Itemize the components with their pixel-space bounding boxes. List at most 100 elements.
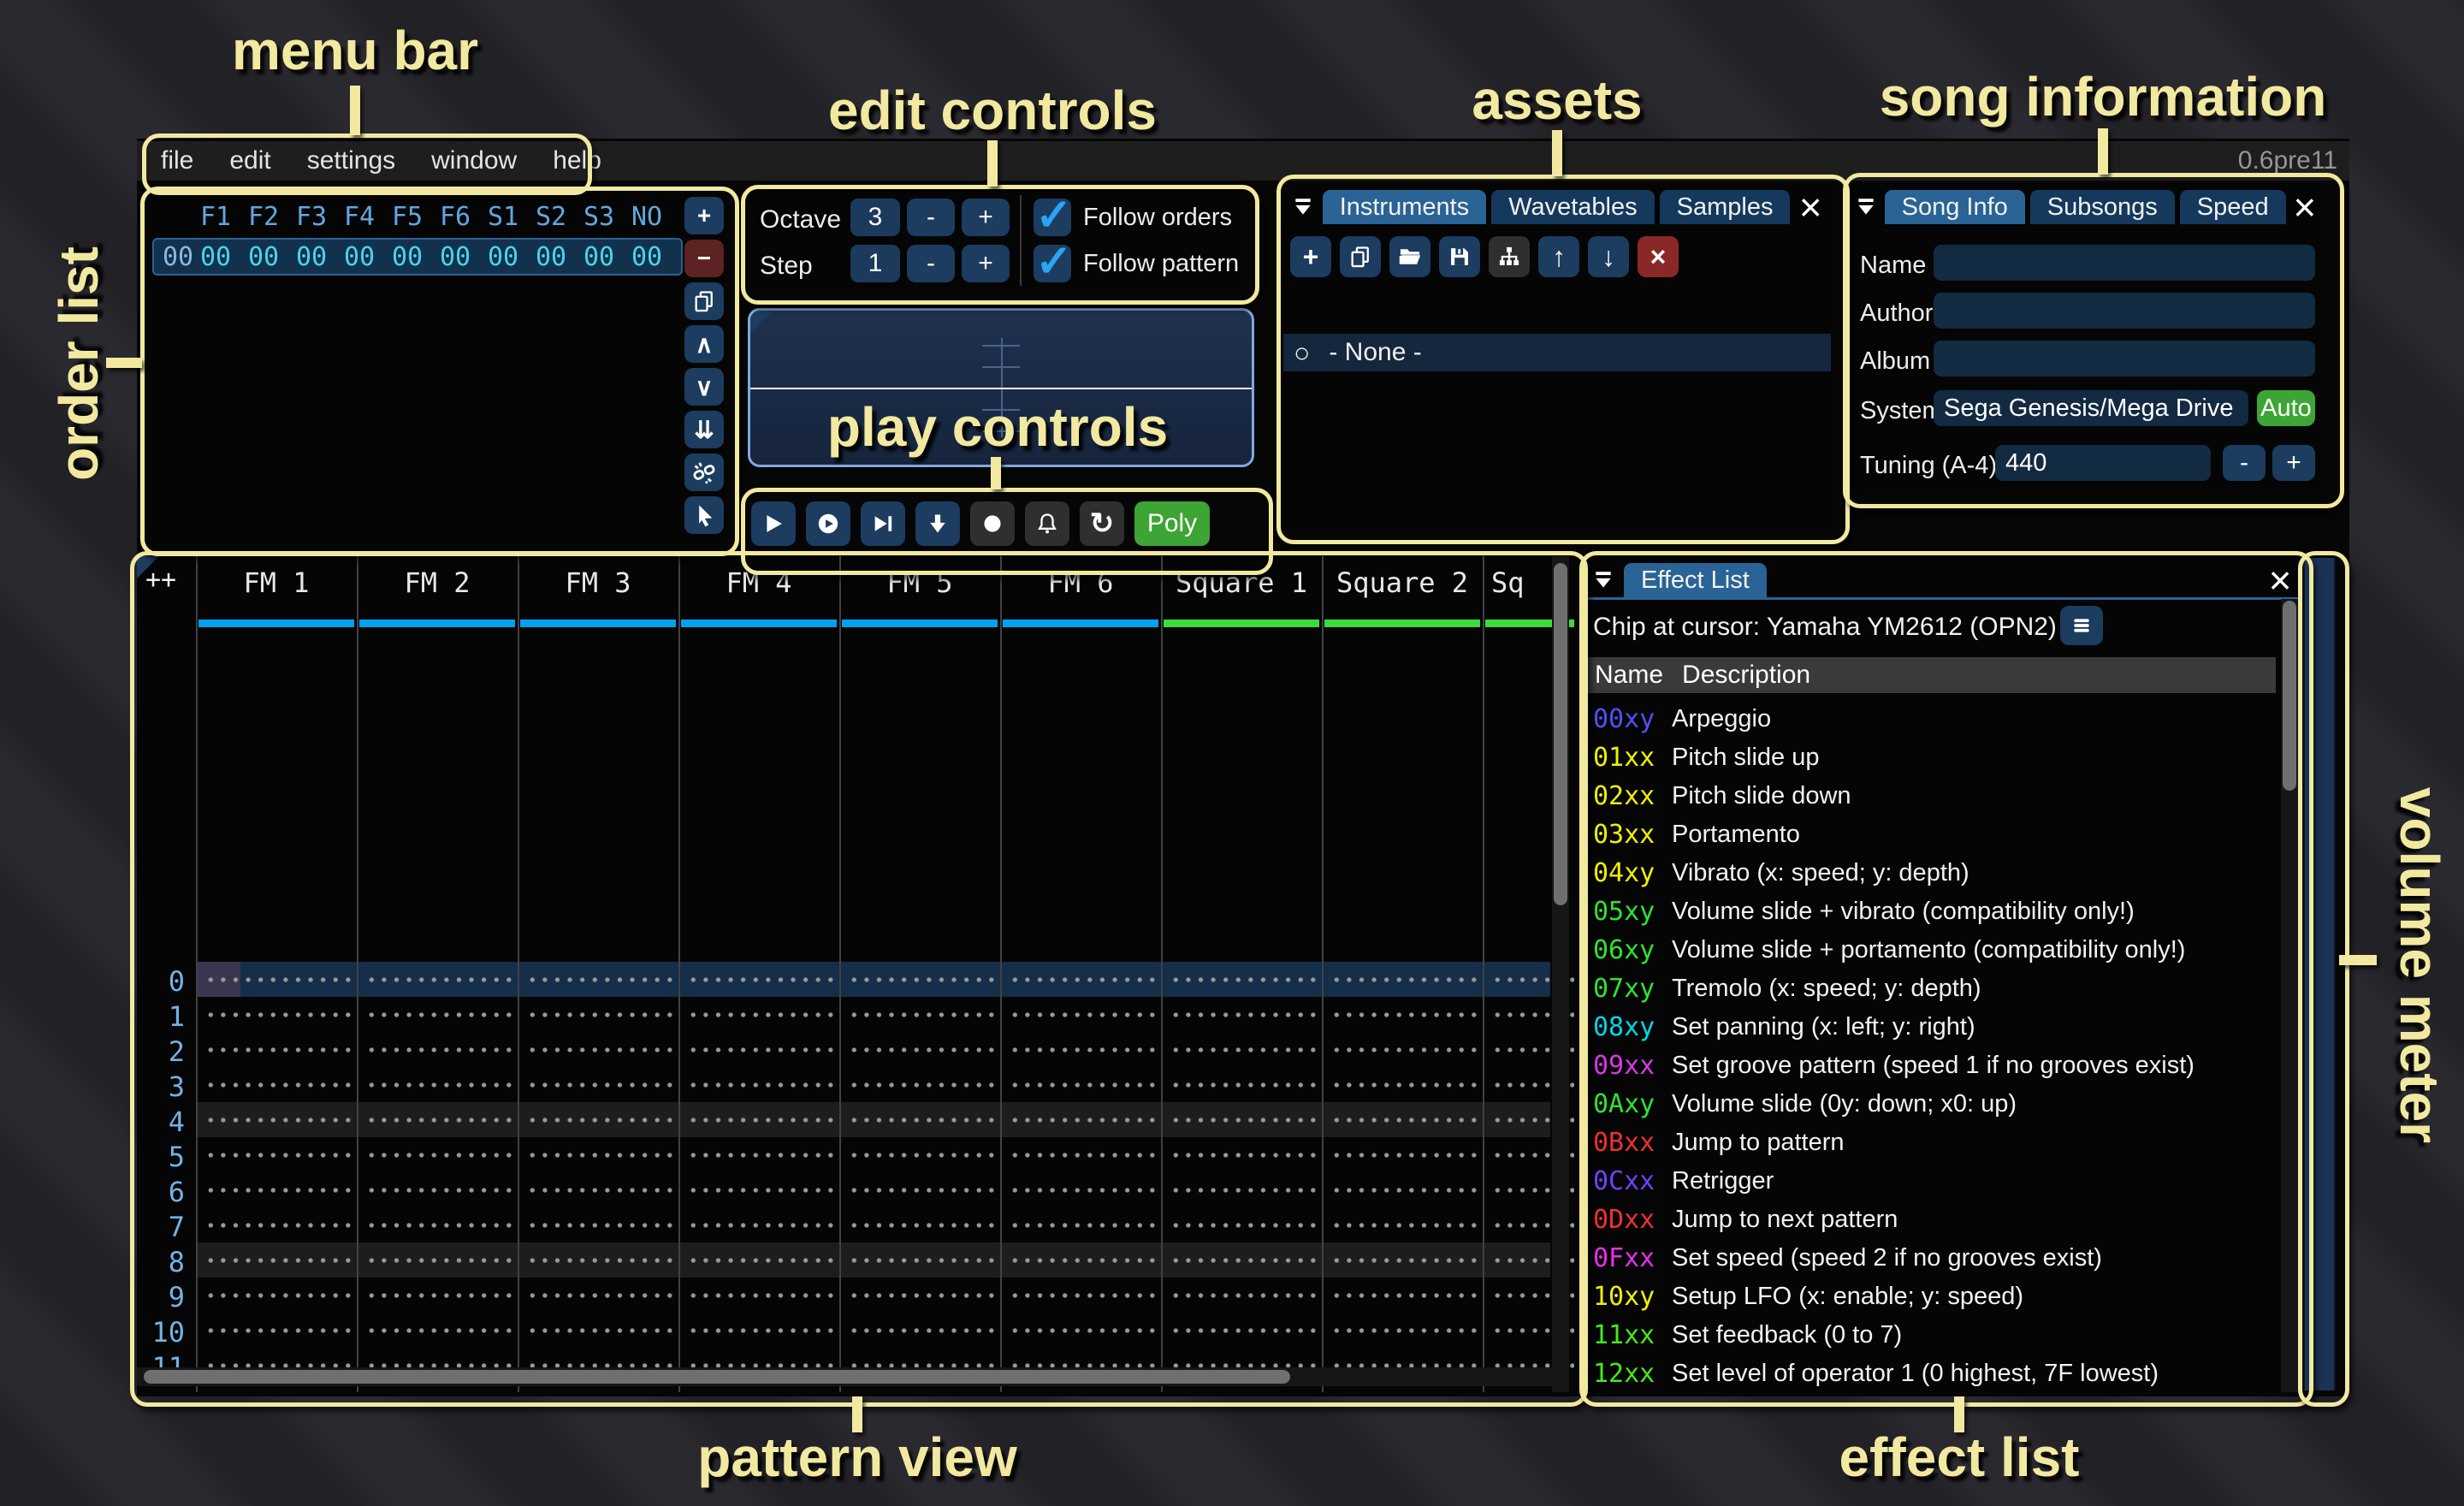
song-album-input[interactable] — [1934, 341, 2315, 376]
effect-row[interactable]: 07xyTremolo (x: speed; y: depth) — [1584, 969, 2301, 1008]
effect-row[interactable]: 11xxSet feedback (0 to 7) — [1584, 1316, 2301, 1355]
duplicate-order-button[interactable] — [684, 282, 724, 320]
instrument-folders-button[interactable] — [1489, 236, 1530, 277]
effect-list-menu-button[interactable] — [2060, 606, 2103, 645]
channel-header-fm-6[interactable]: FM 6 — [1000, 566, 1161, 597]
pattern-cell[interactable] — [1166, 1137, 1317, 1172]
order-row[interactable]: 00 00000000000000000000 — [152, 238, 683, 276]
pattern-cell[interactable] — [1327, 1137, 1478, 1172]
pattern-cell[interactable] — [844, 962, 995, 997]
pattern-vscrollbar-thumb[interactable] — [1554, 563, 1567, 905]
octave-plus-button[interactable]: + — [962, 199, 1010, 236]
pattern-cell[interactable] — [201, 1172, 352, 1207]
order-cell[interactable]: 00 — [575, 242, 623, 272]
pattern-cell[interactable] — [684, 1242, 834, 1278]
effect-row[interactable]: 05xyVolume slide + vibrato (compatibilit… — [1584, 892, 2301, 931]
pattern-cell[interactable] — [362, 1067, 512, 1102]
pattern-cell[interactable] — [844, 1137, 995, 1172]
repeat-pattern-button[interactable]: ↻ — [1080, 501, 1124, 546]
channel-header-fm-2[interactable]: FM 2 — [357, 566, 518, 597]
pattern-cell[interactable] — [684, 1032, 834, 1067]
effect-row[interactable]: 0CxxRetrigger — [1584, 1162, 2301, 1201]
pattern-cell[interactable] — [1166, 1102, 1317, 1137]
move-order-up-button[interactable]: ∧ — [684, 325, 724, 363]
effect-row[interactable]: 03xxPortamento — [1584, 815, 2301, 854]
pattern-cell[interactable] — [1327, 1102, 1478, 1137]
order-cell[interactable]: 00 — [240, 242, 287, 272]
follow-pattern-label[interactable]: Follow pattern — [1083, 250, 1239, 278]
pattern-cell[interactable] — [684, 1102, 834, 1137]
pattern-cell[interactable] — [684, 1278, 834, 1313]
move-instrument-down-button[interactable]: ↓ — [1588, 236, 1629, 277]
duplicate-instrument-button[interactable] — [1340, 236, 1381, 277]
channel-header-square-2[interactable]: Square 2 — [1322, 566, 1483, 597]
window-collapse-icon[interactable] — [1853, 190, 1880, 224]
octave-value[interactable]: 3 — [850, 199, 900, 236]
pattern-cell[interactable] — [1166, 962, 1317, 997]
move-order-down-button[interactable]: ∨ — [684, 368, 724, 406]
menu-item-window[interactable]: window — [431, 146, 517, 175]
effect-row[interactable]: 09xxSet groove pattern (speed 1 if no gr… — [1584, 1046, 2301, 1085]
pattern-cell[interactable] — [362, 1278, 512, 1313]
effect-row[interactable]: 0FxxSet speed (speed 2 if no grooves exi… — [1584, 1239, 2301, 1278]
effect-row[interactable]: 01xxPitch slide up — [1584, 738, 2301, 777]
pattern-cell[interactable] — [684, 962, 834, 997]
order-cell[interactable]: 00 — [527, 242, 575, 272]
step-row-button[interactable] — [915, 501, 960, 546]
pattern-cell[interactable] — [844, 1242, 995, 1278]
pattern-cell[interactable] — [1166, 1313, 1317, 1348]
pattern-cell[interactable] — [844, 1278, 995, 1313]
pattern-cell[interactable] — [1005, 1137, 1156, 1172]
pattern-cell[interactable] — [684, 1137, 834, 1172]
order-cell[interactable]: 00 — [431, 242, 479, 272]
song-author-input[interactable] — [1934, 293, 2315, 329]
step-plus-button[interactable]: + — [962, 245, 1010, 282]
pattern-cell[interactable] — [1005, 1207, 1156, 1242]
effect-row[interactable]: 0DxxJump to next pattern — [1584, 1201, 2301, 1239]
pattern-cell[interactable] — [523, 1067, 673, 1102]
effect-row[interactable]: 0AxyVolume slide (0y: down; x0: up) — [1584, 1085, 2301, 1124]
effect-list-scrollbar[interactable] — [2281, 599, 2298, 1392]
tab-speed[interactable]: Speed — [2180, 190, 2286, 224]
pattern-cell[interactable] — [844, 1067, 995, 1102]
pattern-cell[interactable] — [362, 1313, 512, 1348]
poly-button[interactable]: Poly — [1134, 501, 1210, 546]
pattern-cell[interactable] — [1166, 997, 1317, 1032]
channel-header-fm-3[interactable]: FM 3 — [518, 566, 678, 597]
order-cell[interactable]: 00 — [335, 242, 383, 272]
octave-minus-button[interactable]: - — [907, 199, 955, 236]
pattern-cell[interactable] — [1005, 1313, 1156, 1348]
effect-row[interactable]: 0BxxJump to pattern — [1584, 1124, 2301, 1162]
pattern-cell[interactable] — [1005, 1172, 1156, 1207]
order-edit-mode-button[interactable] — [684, 496, 724, 534]
pattern-cell[interactable] — [201, 1102, 352, 1137]
menu-item-settings[interactable]: settings — [307, 146, 395, 175]
tab-wavetables[interactable]: Wavetables — [1491, 190, 1654, 224]
pattern-cell[interactable] — [201, 1067, 352, 1102]
pattern-cell[interactable] — [684, 1172, 834, 1207]
pattern-cell[interactable] — [1005, 1067, 1156, 1102]
song-info-close-icon[interactable]: × — [2291, 190, 2319, 224]
pattern-cell[interactable] — [844, 1313, 995, 1348]
tab-instruments[interactable]: Instruments — [1323, 190, 1487, 224]
tab-subsongs[interactable]: Subsongs — [2030, 190, 2175, 224]
pattern-cell[interactable] — [523, 1032, 673, 1067]
order-cell[interactable]: 00 — [623, 242, 671, 272]
pattern-cell[interactable] — [1005, 997, 1156, 1032]
effect-list-close-icon[interactable]: × — [2264, 563, 2296, 597]
effect-row[interactable]: 10xySetup LFO (x: enable; y: speed) — [1584, 1278, 2301, 1316]
pattern-cell[interactable] — [1005, 962, 1156, 997]
pattern-cell[interactable] — [684, 1067, 834, 1102]
pattern-cell[interactable] — [844, 1207, 995, 1242]
pattern-view-panel[interactable]: ++ FM 1FM 2FM 3FM 4FM 5FM 6Square 1Squar… — [137, 556, 1574, 1392]
pattern-cell[interactable] — [523, 1137, 673, 1172]
pattern-cell[interactable] — [362, 962, 512, 997]
pattern-cell[interactable] — [362, 1172, 512, 1207]
pattern-cell[interactable] — [201, 997, 352, 1032]
add-channel-button[interactable]: ++ — [145, 565, 176, 595]
pattern-cell[interactable] — [1327, 1067, 1478, 1102]
order-cell[interactable]: 00 — [479, 242, 527, 272]
pattern-cell[interactable] — [1166, 1032, 1317, 1067]
add-instrument-button[interactable]: + — [1290, 236, 1331, 277]
pattern-cell[interactable] — [523, 962, 673, 997]
